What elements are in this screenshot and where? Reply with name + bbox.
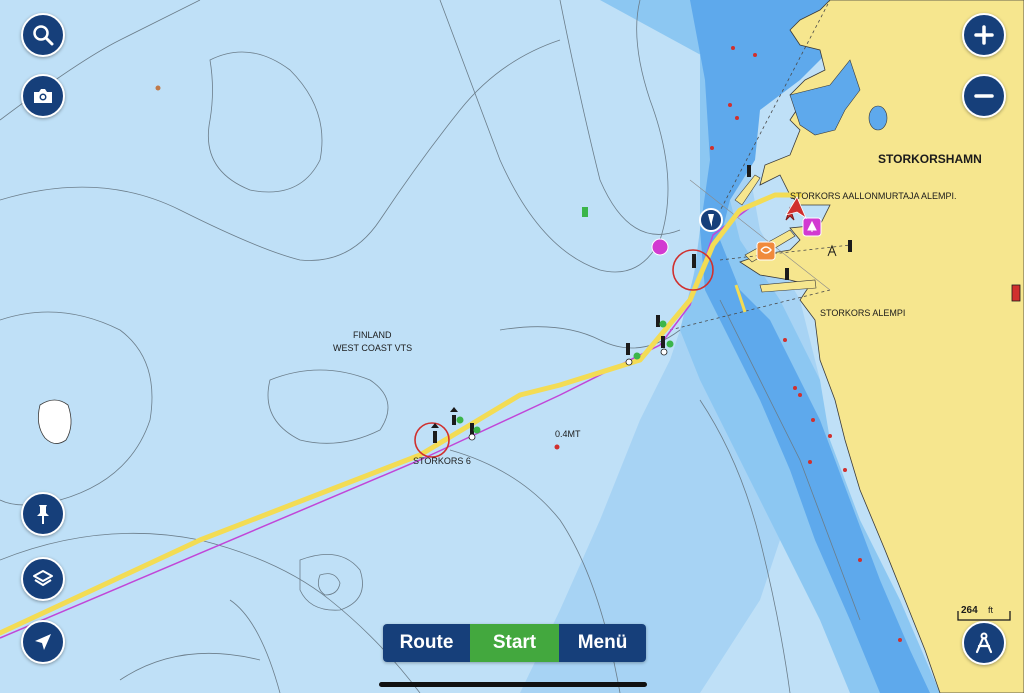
home-indicator[interactable] [379, 682, 647, 687]
navigation-arrow-icon [33, 632, 53, 652]
layers-button[interactable] [21, 557, 65, 601]
search-button[interactable] [21, 13, 65, 57]
scale-bar: 264 ft [955, 604, 1015, 622]
scale-unit: ft [988, 605, 994, 615]
layers-icon [32, 568, 54, 590]
storkors6-label: STORKORS 6 [413, 456, 471, 466]
nautical-chart[interactable] [0, 0, 1024, 693]
bottom-toolbar: Route Start Menü [383, 624, 646, 662]
pin-icon [35, 503, 51, 525]
measure-button[interactable] [962, 621, 1006, 665]
compass-divider-icon [973, 631, 995, 655]
breakwater-label: STORKORS AALLONMURTAJA ALEMPI. [790, 191, 957, 201]
vts-label: WEST COAST VTS [333, 343, 413, 353]
locate-button[interactable] [21, 620, 65, 664]
start-button[interactable]: Start [470, 624, 559, 662]
finland-label: FINLAND [353, 330, 392, 340]
camera-icon [32, 87, 54, 105]
minus-icon [974, 86, 994, 106]
add-waypoint-button[interactable] [21, 492, 65, 536]
scale-value: 264 [961, 605, 978, 616]
depth-label: 0.4MT [555, 429, 581, 439]
route-button[interactable]: Route [383, 624, 470, 662]
storkors-alempi-label: STORKORS ALEMPI [820, 308, 906, 318]
screenshot-button[interactable] [21, 74, 65, 118]
search-icon [32, 24, 54, 46]
zoom-out-button[interactable] [962, 74, 1006, 118]
zoom-in-button[interactable] [962, 13, 1006, 57]
harbor-label: STORKORSHAMN [878, 152, 982, 166]
menu-button[interactable]: Menü [559, 624, 646, 662]
plus-icon [974, 25, 994, 45]
